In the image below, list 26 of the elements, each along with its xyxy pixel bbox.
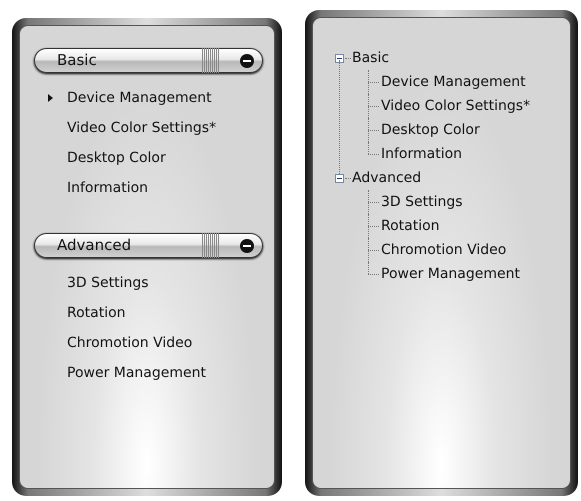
grip-icon (202, 233, 220, 258)
tree-item[interactable]: Device Management (381, 72, 526, 92)
menu-item[interactable]: 3D Settings (67, 272, 149, 294)
collapse-icon[interactable] (240, 54, 254, 68)
tree-item[interactable]: Rotation (381, 216, 440, 236)
menu-item[interactable]: Power Management (67, 362, 206, 384)
collapse-icon[interactable] (335, 174, 344, 182)
menu-item[interactable]: Device Management (67, 88, 212, 108)
menu-item[interactable]: Video Color Settings* (67, 118, 216, 138)
menu-item[interactable]: Information (67, 178, 148, 198)
tree-item[interactable]: Advanced (352, 168, 422, 188)
tree-item[interactable]: Information (381, 144, 462, 164)
tree-item[interactable]: Basic (352, 48, 390, 68)
menu-item[interactable]: Desktop Color (67, 148, 166, 168)
menu-item[interactable]: Chromotion Video (67, 332, 192, 354)
tree-item[interactable]: Power Management (381, 264, 520, 284)
grip-icon (202, 48, 220, 73)
section-header[interactable]: Basic (34, 48, 263, 73)
menu-item[interactable]: Rotation (67, 302, 126, 324)
section-header[interactable]: Advanced (34, 233, 263, 258)
collapse-icon[interactable] (335, 54, 344, 62)
collapse-icon[interactable] (240, 238, 254, 252)
tree-item[interactable]: Desktop Color (381, 120, 480, 140)
tree-item[interactable]: 3D Settings (381, 192, 463, 212)
tree-item[interactable]: Video Color Settings* (381, 96, 530, 116)
tree-item[interactable]: Chromotion Video (381, 240, 506, 260)
